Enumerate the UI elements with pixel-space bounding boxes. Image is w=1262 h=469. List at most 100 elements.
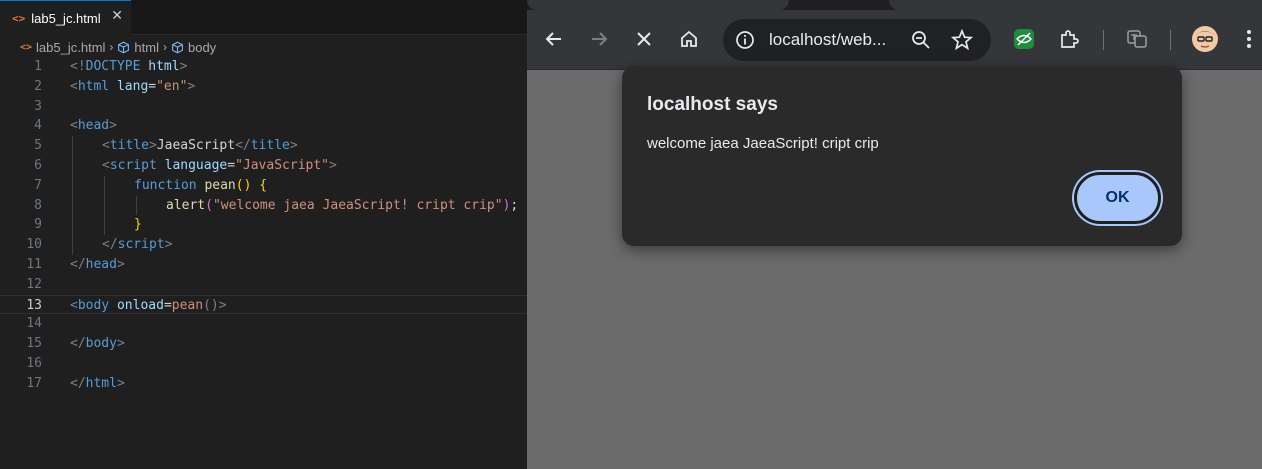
code-line[interactable]: 2 <html lang="en"> [0,77,527,97]
code-text: alert("welcome jaea JaeaScript! cript cr… [166,196,518,216]
dialog-message: welcome jaea JaeaScript! cript crip [647,135,879,152]
line-number: 6 [34,157,42,173]
site-info-icon[interactable] [735,30,755,50]
code-token: > [116,336,125,352]
line-number: 9 [34,217,42,233]
code-text: </head> [70,255,125,275]
line-number: 1 [34,59,42,74]
code-text: <title>JaeaScript</title> [102,136,298,156]
code-line[interactable]: 9} [0,215,527,236]
html-file-icon: <> [12,11,26,25]
kebab-menu-icon[interactable] [1237,27,1261,51]
code-line[interactable]: 11 </head> [0,255,527,275]
translate-icon[interactable] [1125,27,1149,51]
code-token: "welcome jaea JaeaScript! cript crip" [212,197,503,213]
indent-guide [72,136,73,156]
code-line[interactable]: 6 <script language="JavaScript"> [0,155,527,176]
code-token: onload [116,297,164,313]
code-token: < [102,157,110,173]
code-line[interactable]: 16 [0,354,527,374]
code-line[interactable]: 15 </body> [0,334,527,354]
line-number: 16 [26,355,42,371]
eye-extension-icon[interactable] [1012,27,1036,51]
url-text[interactable]: localhost/web... [769,30,886,50]
browser-window: localhost/web... localhost says welcome … [527,0,1262,469]
code-token: </ [70,336,86,352]
code-line[interactable]: 7 function pean() { [0,175,527,196]
code-line[interactable]: 14 [0,314,527,334]
code-token: alert [166,197,206,213]
forward-arrow-icon[interactable] [587,27,611,51]
code-token: html [85,375,117,391]
back-arrow-icon[interactable] [542,27,566,51]
code-token: pean [204,177,236,193]
code-token: <! [70,59,86,74]
code-token: < [70,78,78,94]
indent-guide [72,235,73,255]
code-editor: <> lab5_jc.html ✕ <> lab5_jc.html › html… [0,0,527,469]
code-token: > [109,118,117,134]
close-icon[interactable]: ✕ [111,8,123,24]
line-number: 12 [26,276,42,292]
line-number: 10 [26,237,42,253]
code-text: <html lang="en"> [70,77,195,97]
code-token: </ [70,256,86,272]
code-line[interactable]: 4 <head> [0,116,527,136]
breadcrumb-label: lab5_jc.html [36,39,106,55]
dialog-title: localhost says [647,94,778,115]
puzzle-extensions-icon[interactable] [1057,27,1081,51]
breadcrumb-item-html[interactable]: html [117,40,159,55]
code-token: html [148,59,180,74]
code-line[interactable]: 12 [0,275,527,295]
star-bookmark-icon[interactable] [951,29,973,51]
code-token: } [134,217,142,233]
home-icon[interactable] [677,27,701,51]
code-line[interactable]: 10 </script> [0,235,527,255]
code-token: < [70,297,78,313]
profile-avatar-icon[interactable] [1191,25,1219,53]
code-token: body [85,336,117,352]
browser-tab[interactable] [889,0,1262,10]
code-token: body [77,297,110,313]
breadcrumb-label: html [134,39,159,55]
line-number: 4 [34,118,42,134]
code-token: function [134,177,197,193]
code-line[interactable]: 8 alert("welcome jaea JaeaScript! cript c… [0,195,527,216]
code-text: <script language="JavaScript"> [102,156,337,176]
code-token: lang [116,78,149,94]
editor-tab-lab5[interactable]: <> lab5_jc.html ✕ [0,0,131,35]
code-token: </ [235,138,251,154]
breadcrumb-item-body[interactable]: body [171,40,216,55]
code-area[interactable]: 1 <!DOCTYPE html> 2 <html lang="en"> 3 4 <head… [0,57,527,394]
browser-tab[interactable] [527,0,789,10]
breadcrumb-label: body [187,39,217,55]
indent-guide [72,155,73,176]
toolbar-divider [1103,30,1104,50]
code-token: = [148,78,157,94]
code-line[interactable]: 3 [0,97,527,117]
indent-guide [72,215,73,236]
code-text: <head> [70,116,117,136]
code-token: </ [70,375,86,391]
browser-tab-strip [527,0,1262,10]
zoom-out-icon[interactable] [911,30,931,50]
indent-guide [104,195,105,216]
line-number: 3 [34,98,42,114]
code-line[interactable]: 5 <title>JaeaScript</title> [0,136,527,156]
code-token: head [85,256,117,272]
line-number: 17 [26,375,42,391]
code-token: < [102,138,110,154]
code-token: > [164,237,173,253]
ok-button[interactable]: OK [1074,172,1161,224]
breadcrumb: <> lab5_jc.html › html › body [0,36,527,58]
breadcrumb-item-file[interactable]: <> lab5_jc.html [20,40,105,55]
code-token: > [179,59,188,74]
line-number: 7 [34,177,42,193]
stop-loading-icon[interactable] [632,27,656,51]
code-line[interactable]: 13 <body onload=pean()> [0,294,527,315]
address-bar[interactable]: localhost/web... [723,19,991,61]
code-line[interactable]: 1 <!DOCTYPE html> [0,57,527,77]
chevron-right-icon: › [162,40,167,54]
html-file-icon: <> [20,41,33,53]
code-line[interactable]: 17 </html> [0,374,527,394]
